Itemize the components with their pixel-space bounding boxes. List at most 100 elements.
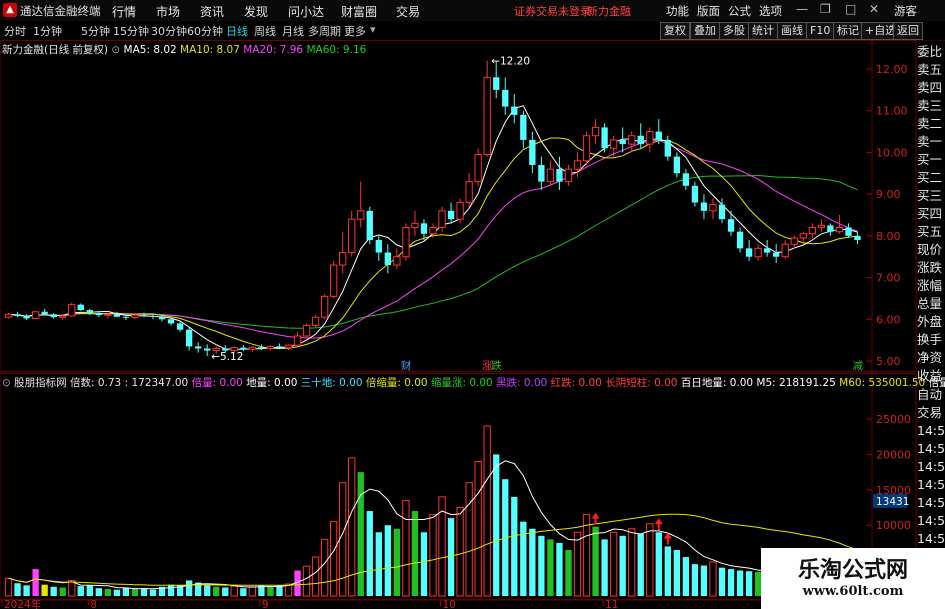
multi-stock-button[interactable]: 多股	[719, 22, 749, 40]
indicator-value: 倍缩量: 0.00	[365, 377, 431, 389]
candle-body	[538, 164, 545, 182]
volume-bar	[736, 570, 744, 596]
quote-strip-item[interactable]: 买一	[917, 151, 945, 169]
volume-bar	[520, 521, 527, 596]
overlay-button[interactable]: 叠加	[690, 22, 720, 40]
back-button[interactable]: 返回	[893, 22, 923, 40]
indicator-value: 红跌: 0.00	[550, 377, 606, 389]
volume-bar	[185, 580, 193, 596]
side-strip-item: 14:56	[917, 513, 945, 528]
menu-options[interactable]: 选项	[759, 3, 782, 19]
menu-trade[interactable]: 交易	[396, 3, 420, 20]
period-60min[interactable]: 60分钟	[187, 23, 223, 39]
volume-bar	[474, 460, 482, 597]
quote-strip-item[interactable]: 卖三	[917, 97, 945, 115]
current-stock-name: 新力金融	[587, 5, 631, 18]
watermark-logo: 乐淘公式网 www.60lt.com	[761, 548, 945, 609]
candle-body	[329, 264, 338, 297]
statistics-button[interactable]: 统计	[748, 22, 778, 40]
signal-arrow-icon	[654, 518, 663, 531]
indicator-value: : 172347.00	[124, 377, 192, 389]
menu-quotes[interactable]: 行情	[112, 3, 136, 20]
menu-functions[interactable]: 功能	[666, 3, 689, 19]
menu-formula[interactable]: 公式	[728, 3, 751, 19]
guest-login[interactable]: 游客	[894, 3, 917, 19]
side-strip-item: 14:56	[917, 477, 945, 492]
more-chevron-icon[interactable]: ▾	[370, 23, 376, 36]
menu-discover[interactable]: 发现	[244, 3, 268, 20]
period-30min[interactable]: 30分钟	[151, 23, 187, 39]
draw-line-button[interactable]: 画线	[777, 22, 807, 40]
quote-strip-item[interactable]: 卖五	[917, 61, 945, 79]
close-icon[interactable]: ✕	[869, 2, 879, 16]
menu-layout[interactable]: 版面	[697, 3, 720, 19]
menu-wealth-circle[interactable]: 财富圈	[341, 3, 377, 20]
volume-bar	[465, 482, 473, 597]
period-weekly[interactable]: 周线	[254, 23, 276, 39]
menu-news[interactable]: 资讯	[200, 3, 224, 20]
f10-button[interactable]: F10	[806, 22, 835, 40]
volume-bar	[700, 565, 708, 596]
quote-strip-item[interactable]: 净资	[917, 349, 945, 367]
quote-strip-item[interactable]: 买三	[917, 187, 945, 205]
quote-strip-item[interactable]: 卖四	[917, 79, 945, 97]
period-15min[interactable]: 15分钟	[113, 23, 149, 39]
candle-body	[582, 135, 591, 162]
candle-body	[764, 248, 771, 253]
quote-strip-item[interactable]: 外盘	[917, 313, 945, 331]
indicator-options-icon[interactable]: ⊙	[2, 377, 14, 389]
ma60-value: MA60: 9.16	[306, 44, 367, 56]
quote-strip-item[interactable]: 现价	[917, 241, 945, 259]
period-5min[interactable]: 5分钟	[81, 23, 110, 39]
period-multi[interactable]: 多周期	[308, 23, 341, 39]
minimize-icon[interactable]: —	[796, 2, 808, 16]
trade-login-notice[interactable]: 证券交易未登录	[514, 3, 591, 19]
volume-bar	[628, 528, 636, 597]
quote-strip-item[interactable]: 收益	[917, 367, 945, 385]
volume-bar	[104, 588, 112, 596]
price-tick-label: 5.00	[876, 355, 901, 368]
quote-strip-item[interactable]: 卖一	[917, 133, 945, 151]
legend-options-icon[interactable]: ⊙	[111, 44, 123, 56]
indicator-value: M60: 535001.50	[839, 377, 929, 389]
quote-strip-item[interactable]: 买五	[917, 223, 945, 241]
volume-bar	[140, 588, 148, 596]
candle-body	[240, 347, 247, 350]
mark-button[interactable]: 标记	[833, 22, 863, 40]
ma20-value: MA20: 7.96	[243, 44, 304, 56]
quote-strip-item[interactable]: 委比	[917, 43, 945, 61]
quote-strip-item[interactable]: 买二	[917, 169, 945, 187]
candle-body	[502, 89, 509, 107]
volume-bar	[447, 518, 455, 596]
volume-bar	[384, 525, 392, 596]
quote-strip-item[interactable]: 总量	[917, 295, 945, 313]
period-daily[interactable]: 日线	[226, 23, 248, 39]
candle-body	[817, 224, 826, 229]
quote-strip-item[interactable]: 涨跌	[917, 259, 945, 277]
volume-bar	[230, 585, 238, 597]
adjust-price-button[interactable]: 复权	[660, 22, 690, 40]
period-monthly[interactable]: 月线	[282, 23, 304, 39]
period-more[interactable]: 更多	[344, 23, 366, 39]
quote-strip-item[interactable]: 换手	[917, 331, 945, 349]
menu-ask-xiaoda[interactable]: 问小达	[288, 3, 324, 20]
window-mode-icon[interactable]: ❐	[820, 2, 831, 16]
candle-body	[158, 316, 166, 320]
price-tick-label: 11.00	[876, 105, 908, 118]
quote-strip-item[interactable]: 卖二	[917, 115, 945, 133]
indicator-value: 百日地量: 0.00	[680, 377, 757, 389]
quote-strip-item[interactable]: 涨幅	[917, 277, 945, 295]
menu-market[interactable]: 市场	[156, 3, 180, 20]
quote-strip-item[interactable]: 买四	[917, 205, 945, 223]
chart-canvas[interactable]: 12.00 11.00 10.00 9.00 8.00 7.00 6.00 5.00 25000…	[0, 40, 917, 609]
period-1min[interactable]: 1分钟	[33, 23, 62, 39]
volume-bar	[320, 538, 329, 597]
period-tick[interactable]: 分时	[4, 23, 26, 39]
quote-strip: 委比 卖五 卖四 卖三 卖二 卖一 买一 买二 买三 买四 买五 现价 涨跌 涨幅 总量 外盘 换手 净资 收益	[917, 43, 945, 385]
candle-body	[691, 185, 699, 203]
volume-bar	[592, 526, 599, 596]
candle-body	[411, 222, 419, 229]
maximize-icon[interactable]: □	[845, 2, 856, 16]
candle-body	[655, 131, 662, 140]
indicator-value: 倍量: 0.00	[191, 377, 247, 389]
